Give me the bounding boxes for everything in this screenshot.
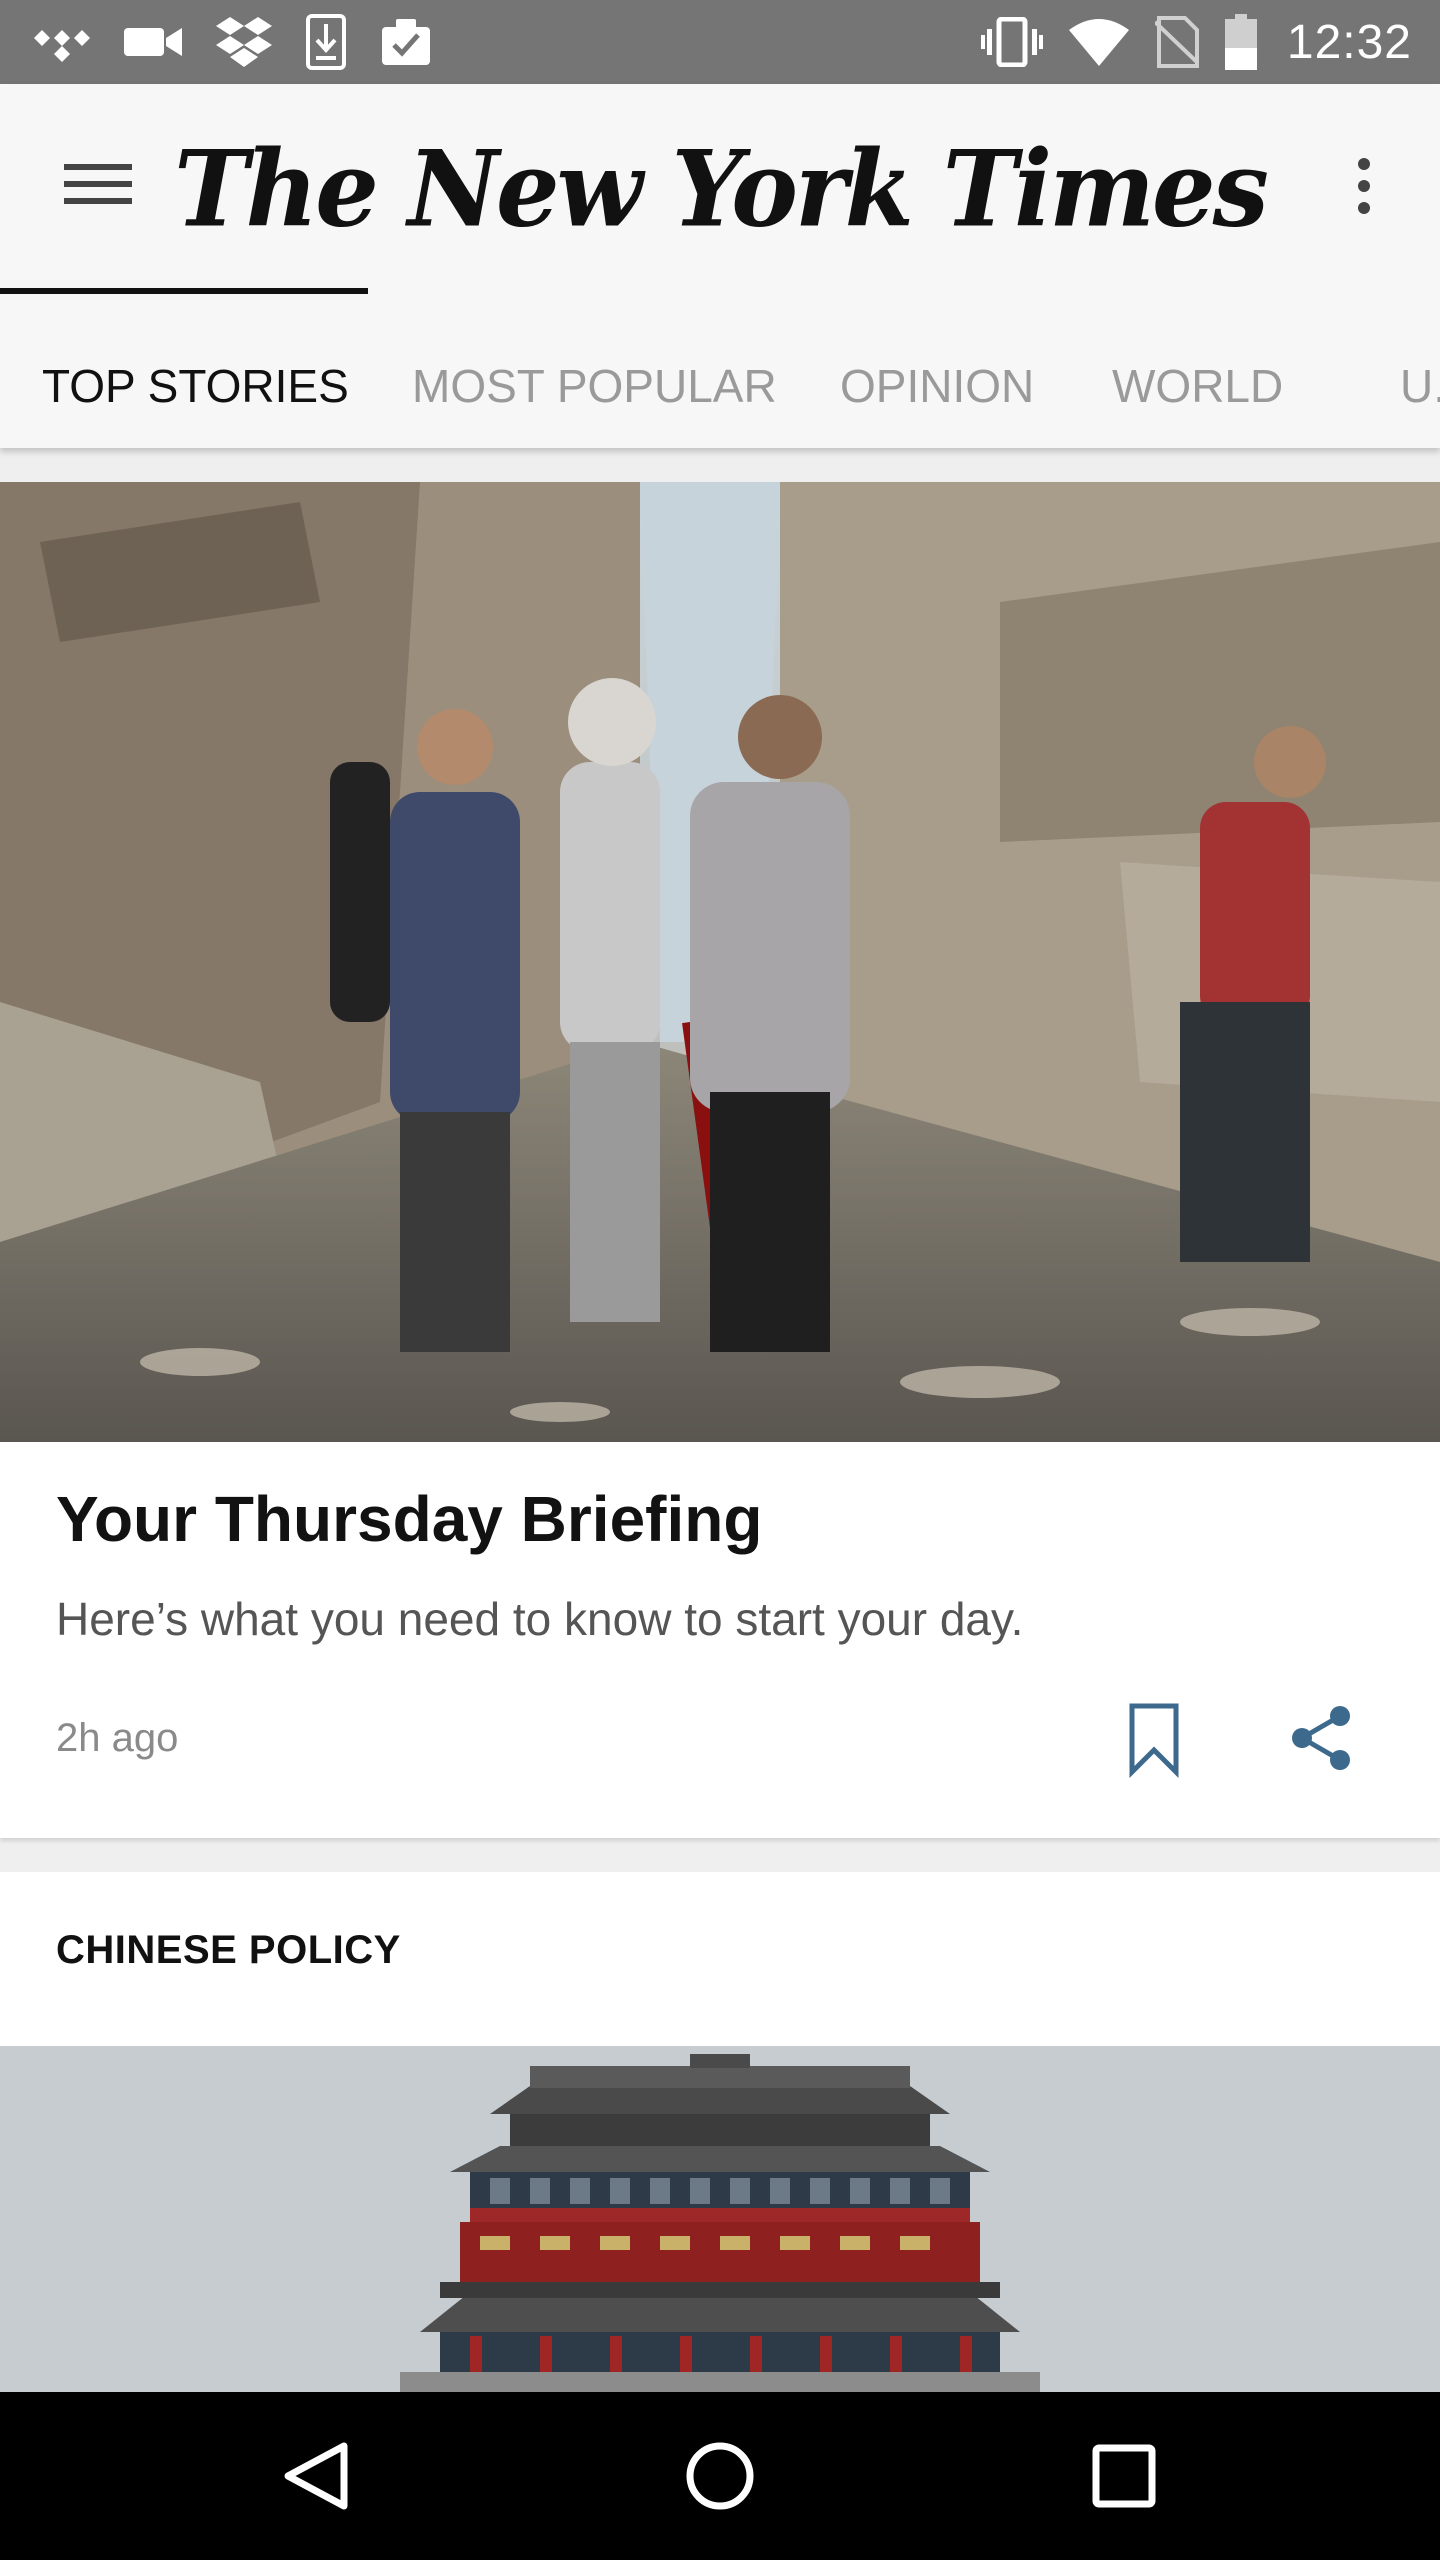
bookmark-icon (1124, 1703, 1184, 1784)
clipboard-check-icon (380, 17, 432, 67)
section-label[interactable]: CHINESE POLICY (56, 1928, 401, 1973)
status-left-icons (34, 14, 432, 70)
home-button[interactable] (670, 2426, 770, 2526)
lead-story-headline[interactable]: Your Thursday Briefing (56, 1482, 1384, 1556)
app-bar: The New York Times TOP STORIES MOST POPU… (0, 84, 1440, 448)
no-sim-icon (1154, 16, 1199, 68)
back-triangle-icon (266, 2442, 366, 2530)
chinese-policy-section[interactable]: CHINESE POLICY (0, 1872, 1440, 2392)
overflow-menu-button[interactable] (1346, 144, 1402, 228)
download-icon (306, 14, 346, 70)
recents-square-icon (1074, 2444, 1174, 2530)
navigation-bar (0, 2392, 1440, 2560)
section-tabs: TOP STORIES MOST POPULAR OPINION WORLD U… (0, 324, 1440, 448)
home-circle-icon (670, 2442, 770, 2530)
back-button[interactable] (266, 2426, 366, 2526)
video-camera-icon (124, 24, 182, 60)
save-story-button[interactable] (1124, 1700, 1184, 1780)
status-right-icons: 12:32 (980, 14, 1412, 70)
tidal-icon (34, 22, 90, 62)
share-story-button[interactable] (1290, 1704, 1354, 1772)
chinese-policy-image[interactable] (0, 2046, 1440, 2392)
vibrate-icon (980, 17, 1043, 67)
photo-chinese-gate-tower (0, 2046, 1440, 2392)
battery-icon (1224, 14, 1257, 70)
lead-story-image[interactable] (0, 482, 1440, 1442)
share-icon (1290, 1706, 1354, 1776)
status-bar: 12:32 (0, 0, 1440, 84)
clock: 12:32 (1286, 15, 1412, 69)
lead-story-timestamp: 2h ago (56, 1716, 179, 1760)
dropbox-icon (216, 17, 272, 67)
active-tab-indicator (0, 288, 368, 294)
tab-us[interactable]: U. (1400, 324, 1440, 448)
tab-most-popular[interactable]: MOST POPULAR (412, 324, 777, 448)
tab-world[interactable]: WORLD (1112, 324, 1283, 448)
photo-syria-rubble (0, 482, 1440, 1442)
masthead-logo: The New York Times (174, 127, 1269, 251)
more-vert-icon (1354, 158, 1374, 220)
lead-story-card[interactable]: Your Thursday Briefing Here’s what you n… (0, 482, 1440, 1838)
recents-button[interactable] (1074, 2426, 1174, 2526)
lead-story-summary: Here’s what you need to know to start yo… (56, 1593, 1024, 1645)
tab-top-stories[interactable]: TOP STORIES (42, 324, 349, 448)
wifi-icon (1068, 18, 1129, 66)
tab-opinion[interactable]: OPINION (840, 324, 1034, 448)
